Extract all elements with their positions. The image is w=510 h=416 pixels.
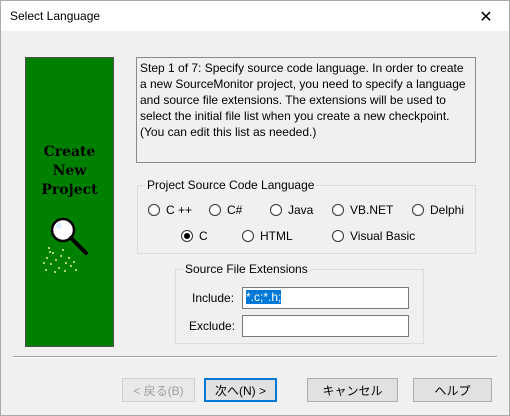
next-button[interactable]: 次へ(N) > — [204, 378, 277, 402]
radio-visual-basic[interactable]: Visual Basic — [332, 229, 415, 243]
radio-label: HTML — [260, 229, 293, 243]
help-button[interactable]: ヘルプ — [413, 378, 492, 402]
exclude-label: Exclude: — [189, 319, 236, 333]
radio-csharp[interactable]: C# — [209, 203, 242, 217]
banner-line-3: Project — [41, 182, 98, 198]
close-icon[interactable]: ✕ — [463, 1, 509, 32]
step-description: Step 1 of 7: Specify source code languag… — [136, 57, 476, 163]
include-field[interactable]: *.c;*.h; — [242, 287, 409, 309]
radio-label: C — [199, 229, 208, 243]
radio-indicator — [181, 230, 193, 242]
radio-indicator — [412, 204, 424, 216]
radio-label: C# — [227, 203, 243, 217]
radio-html[interactable]: HTML — [242, 229, 293, 243]
radio-label: C ++ — [166, 203, 193, 217]
cancel-button[interactable]: キャンセル — [307, 378, 398, 402]
radio-indicator — [242, 230, 254, 242]
divider — [13, 356, 497, 358]
radio-indicator — [209, 204, 221, 216]
radio-label: VB.NET — [350, 203, 394, 217]
extensions-group-label: Source File Extensions — [183, 262, 310, 276]
radio-indicator — [332, 204, 344, 216]
radio-indicator — [332, 230, 344, 242]
magnifier-icon — [43, 217, 88, 273]
radio-c[interactable]: C — [181, 229, 208, 243]
wizard-banner: Create New Project — [25, 57, 114, 347]
window-title: Select Language — [10, 9, 101, 23]
banner-line-2: New — [52, 163, 87, 179]
include-value: *.c;*.h; — [246, 290, 282, 304]
include-label: Include: — [192, 291, 235, 305]
radio-label: Visual Basic — [350, 229, 416, 243]
back-button[interactable]: < 戻る(B) — [122, 378, 195, 402]
radio-delphi[interactable]: Delphi — [412, 203, 464, 217]
language-group: Project Source Code Language — [137, 178, 476, 254]
radio-indicator — [148, 204, 160, 216]
radio-java[interactable]: Java — [270, 203, 313, 217]
radio-label: Java — [288, 203, 314, 217]
radio-cpp[interactable]: C ++ — [148, 203, 192, 217]
radio-indicator — [270, 204, 282, 216]
banner-text: Create New Project — [26, 143, 113, 200]
exclude-field[interactable] — [242, 315, 409, 337]
radio-vbnet[interactable]: VB.NET — [332, 203, 393, 217]
language-group-label: Project Source Code Language — [145, 178, 317, 192]
radio-label: Delphi — [430, 203, 465, 217]
banner-line-1: Create — [43, 144, 96, 160]
title-bar: Select Language ✕ — [0, 0, 510, 31]
